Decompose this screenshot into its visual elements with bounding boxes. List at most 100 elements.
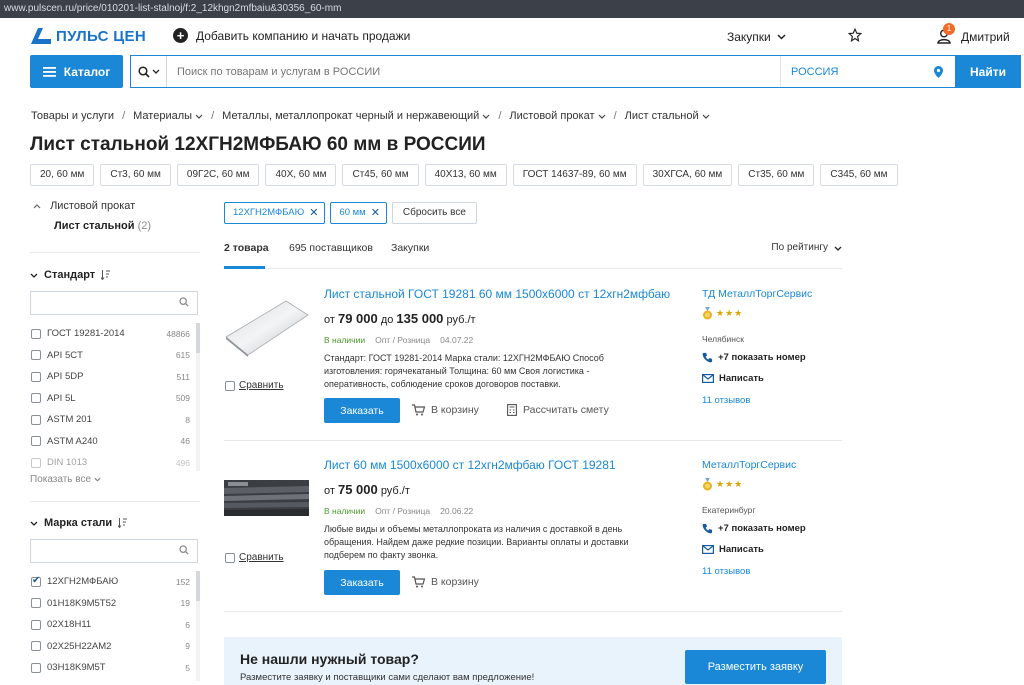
estimate-button[interactable]: Рассчитать смету: [507, 404, 609, 416]
filter-option[interactable]: DIN 1013 496: [30, 452, 200, 471]
purchases-menu[interactable]: Закупки: [727, 30, 786, 44]
related-chip[interactable]: 40Х, 60 мм: [265, 164, 337, 186]
checkbox[interactable]: [31, 393, 41, 404]
breadcrumb-item[interactable]: Листовой прокат: [509, 110, 606, 122]
browser-url-bar[interactable]: www.pulscen.ru/price/010201-list-stalnoj…: [0, 0, 1024, 18]
sort-icon[interactable]: [118, 518, 128, 528]
checkbox[interactable]: [31, 641, 41, 652]
chevron-down-icon: [30, 273, 38, 278]
sidebar-subcategory[interactable]: Лист стальной (2): [54, 220, 200, 232]
sort-select[interactable]: По рейтингу: [771, 242, 842, 253]
product-image[interactable]: [224, 480, 309, 516]
checkbox[interactable]: [225, 380, 235, 391]
filter-option[interactable]: ASTM A240 46: [30, 431, 200, 453]
related-chip[interactable]: 09Г2С, 60 мм: [176, 164, 260, 186]
phone-label: +7 показать номер: [718, 352, 806, 363]
filter-option[interactable]: 02X25H22AM2 9: [30, 636, 200, 658]
filter-option[interactable]: API 5L 509: [30, 388, 200, 410]
breadcrumb-item[interactable]: Материалы: [133, 110, 203, 122]
search-input[interactable]: [167, 56, 780, 87]
phone-icon: [702, 523, 713, 534]
tab-purchases[interactable]: Закупки: [391, 242, 429, 254]
checkbox-checked[interactable]: [31, 575, 41, 587]
related-chip[interactable]: 20, 60 мм: [30, 164, 95, 186]
favorites-star-icon[interactable]: [847, 27, 863, 46]
compare-checkbox[interactable]: Сравнить: [224, 552, 284, 563]
tab-products[interactable]: 2 товара: [224, 242, 269, 254]
related-chip[interactable]: С345, 60 мм: [820, 164, 898, 186]
filter-option[interactable]: ГОСТ 19281-2014 48866: [30, 323, 200, 345]
add-company-link[interactable]: + Добавить компанию и начать продажи: [173, 28, 410, 43]
reviews-link[interactable]: 11 отзывов: [702, 395, 750, 406]
place-request-button[interactable]: Разместить заявку: [685, 650, 826, 684]
checkbox[interactable]: [31, 598, 41, 609]
catalog-button[interactable]: Каталог: [30, 55, 123, 88]
reviews-link[interactable]: 11 отзывов: [702, 566, 750, 577]
show-phone-button[interactable]: +7 показать номер: [702, 352, 806, 363]
show-all-link[interactable]: Показать все: [30, 474, 200, 485]
close-icon[interactable]: ✕: [309, 203, 318, 223]
add-to-cart-button[interactable]: В корзину: [412, 576, 479, 588]
filter-option[interactable]: 12ХГН2МФБАЮ152: [30, 571, 200, 593]
site-logo[interactable]: ПУЛЬС ЦЕН: [30, 27, 146, 45]
product-title[interactable]: Лист стальной ГОСТ 19281 60 мм 1500х6000…: [324, 287, 670, 301]
write-message-button[interactable]: Написать: [702, 544, 764, 555]
breadcrumb-item[interactable]: Лист стальной: [625, 110, 710, 122]
breadcrumb-item[interactable]: Товары и услуги: [31, 110, 114, 122]
scrollbar-thumb[interactable]: [196, 571, 200, 601]
product-title[interactable]: Лист 60 мм 1500х6000 ст 12хгн2мфбаю ГОСТ…: [324, 458, 616, 472]
close-icon[interactable]: ✕: [371, 203, 380, 223]
product-meta: В наличии Опт / Розница 20.06.22: [324, 506, 473, 516]
write-message-button[interactable]: Написать: [702, 373, 764, 384]
related-chip[interactable]: Ст3, 60 мм: [100, 164, 171, 186]
compare-checkbox[interactable]: Сравнить: [224, 380, 284, 391]
seller-name[interactable]: МеталлТоргСервис: [702, 459, 796, 471]
order-button[interactable]: Заказать: [324, 398, 400, 423]
product-image[interactable]: [224, 297, 309, 359]
checkbox[interactable]: [31, 328, 41, 339]
filter-option[interactable]: 03H18K9M5T 5: [30, 657, 200, 679]
checkbox[interactable]: [31, 350, 41, 361]
seller-name[interactable]: ТД МеталлТоргСервис: [702, 288, 812, 300]
checkbox[interactable]: [31, 457, 41, 468]
scrollbar[interactable]: [196, 571, 200, 681]
scrollbar-thumb[interactable]: [196, 323, 200, 353]
show-phone-button[interactable]: +7 показать номер: [702, 523, 806, 534]
checkbox[interactable]: [31, 414, 41, 425]
related-chip[interactable]: 40Х13, 60 мм: [424, 164, 507, 186]
checkbox[interactable]: [31, 371, 41, 382]
related-chip[interactable]: ГОСТ 14637-89, 60 мм: [512, 164, 637, 186]
filter-option[interactable]: ASTM 201 8: [30, 409, 200, 431]
request-banner-title: Не нашли нужный товар?: [240, 651, 419, 667]
filter-option[interactable]: 01H18K9M5T52 19: [30, 593, 200, 615]
checkbox[interactable]: [225, 552, 235, 563]
order-button[interactable]: Заказать: [324, 570, 400, 595]
search-scope-select[interactable]: [131, 56, 167, 87]
checkbox[interactable]: [31, 619, 41, 630]
related-chip[interactable]: Ст35, 60 мм: [738, 164, 815, 186]
filter-option[interactable]: API 5DP 511: [30, 366, 200, 388]
reset-filters-button[interactable]: Сбросить все: [391, 202, 477, 224]
active-filter-tag[interactable]: 12ХГН2МФБАЮ ✕: [224, 202, 326, 224]
scrollbar[interactable]: [196, 323, 200, 471]
filter-option[interactable]: 02X18H11 6: [30, 614, 200, 636]
region-selector[interactable]: РОССИЯ: [780, 56, 955, 87]
sort-icon[interactable]: [101, 270, 111, 280]
user-menu[interactable]: 1 Дмитрий: [937, 23, 1010, 45]
checkbox[interactable]: [31, 662, 41, 673]
tab-suppliers[interactable]: 695 поставщиков: [289, 242, 373, 254]
sidebar-category[interactable]: Листовой прокат: [30, 200, 200, 212]
grade-filter-header[interactable]: Марка стали: [30, 517, 200, 529]
find-button[interactable]: Найти: [955, 55, 1021, 88]
breadcrumb-separator: /: [498, 110, 502, 122]
grade-filter-search[interactable]: [30, 539, 198, 563]
add-to-cart-button[interactable]: В корзину: [412, 404, 479, 416]
standard-filter-header[interactable]: Стандарт: [30, 269, 200, 281]
filter-option[interactable]: API 5CT 615: [30, 345, 200, 367]
standard-filter-search[interactable]: [30, 291, 198, 315]
breadcrumb-item[interactable]: Металлы, металлопрокат черный и нержавею…: [222, 110, 490, 122]
active-filter-tag[interactable]: 60 мм ✕: [330, 202, 387, 224]
related-chip[interactable]: Ст45, 60 мм: [342, 164, 419, 186]
checkbox[interactable]: [31, 436, 41, 447]
related-chip[interactable]: 30ХГСА, 60 мм: [642, 164, 733, 186]
